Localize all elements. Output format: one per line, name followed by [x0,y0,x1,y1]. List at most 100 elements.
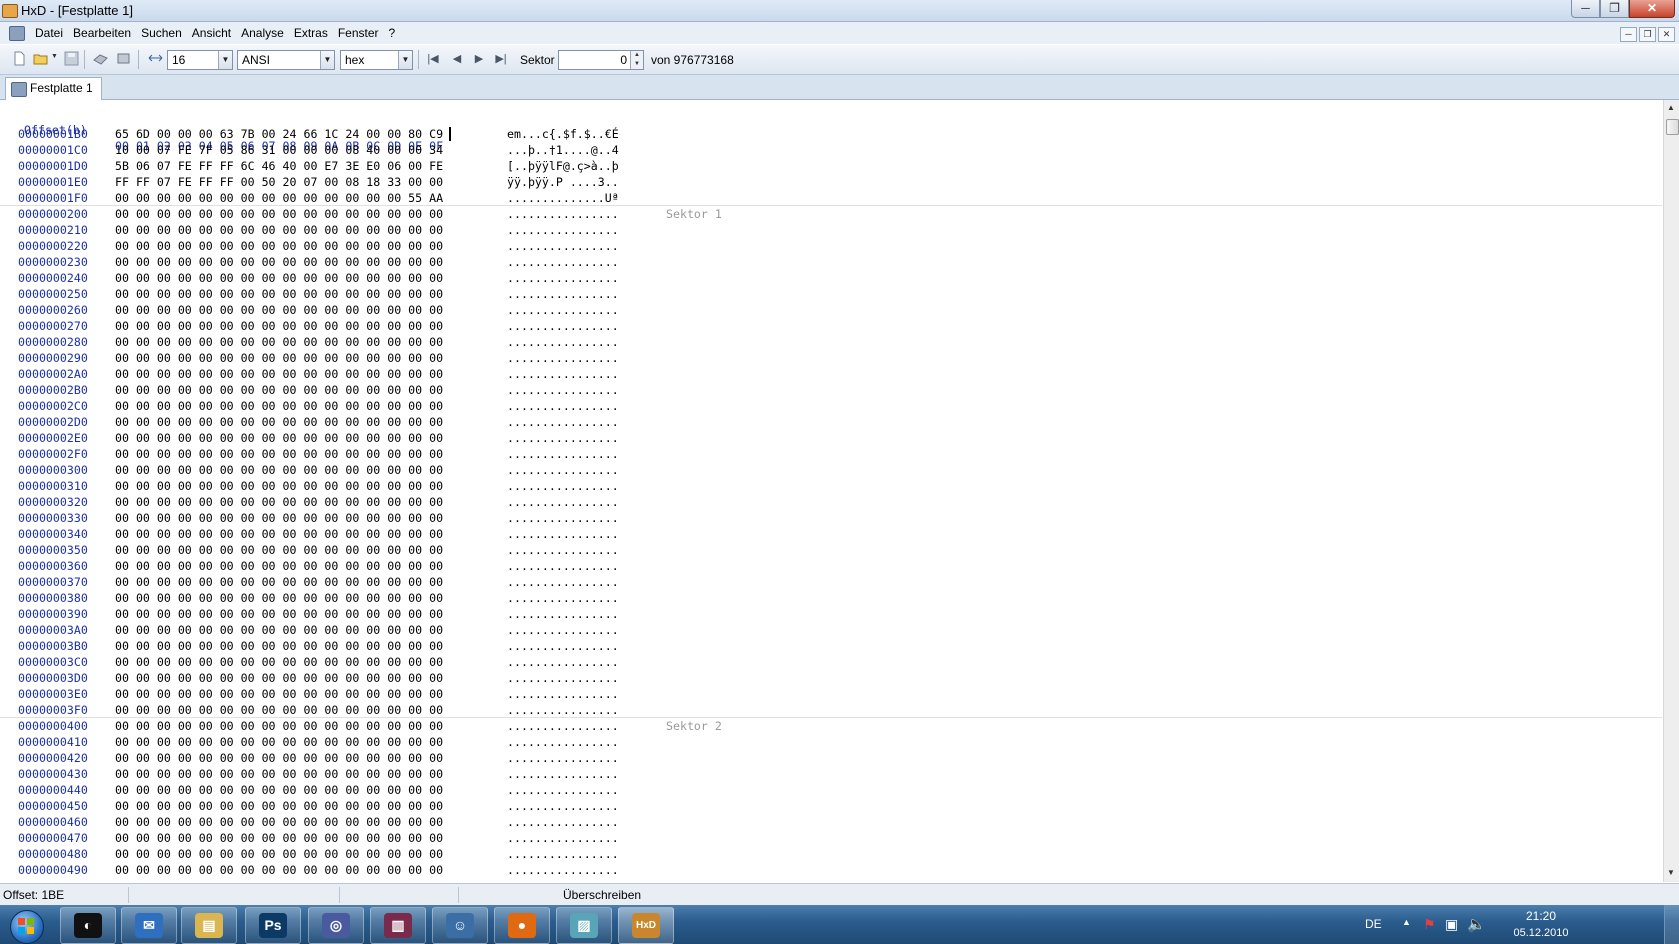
document-restore-button[interactable]: ❐ [1639,27,1656,42]
row-bytes[interactable]: 00 00 00 00 00 00 00 00 00 00 00 00 00 0… [115,302,443,318]
row-bytes[interactable]: 00 00 00 00 00 00 00 00 00 00 00 00 00 0… [115,830,443,846]
bytes-per-row-select[interactable]: 16 ▼ [167,50,233,70]
row-ascii[interactable]: ................ [507,526,619,542]
row-ascii[interactable]: ................ [507,446,619,462]
row-ascii[interactable]: ................ [507,510,619,526]
document-close-button[interactable]: ✕ [1658,27,1675,42]
show-desktop-button[interactable] [1664,905,1679,944]
close-button[interactable]: ✕ [1629,0,1675,18]
taskbar-app-button[interactable]: ▤ [181,907,237,944]
language-indicator[interactable]: DE [1365,917,1382,931]
row-ascii[interactable]: ................ [507,350,619,366]
row-ascii[interactable]: ................ [507,430,619,446]
row-ascii[interactable]: ................ [507,414,619,430]
row-bytes[interactable]: 00 00 00 00 00 00 00 00 00 00 00 00 00 0… [115,526,443,542]
charset-select[interactable]: ANSI ▼ [237,50,335,70]
menu-ansicht[interactable]: Ansicht [187,26,236,40]
volume-icon[interactable]: 🔈 [1467,915,1486,933]
row-ascii[interactable]: ................ [507,734,619,750]
taskbar-app-button[interactable]: ◐ [60,907,116,944]
row-ascii[interactable]: ................ [507,270,619,286]
row-bytes[interactable]: 00 00 00 00 00 00 00 00 00 00 00 00 00 0… [115,702,443,718]
row-ascii[interactable]: ................ [507,702,619,718]
sector-input[interactable]: 0 ▲ ▼ [558,50,644,70]
row-bytes[interactable]: 00 00 00 00 00 00 00 00 00 00 00 00 00 0… [115,334,443,350]
row-bytes[interactable]: 00 00 00 00 00 00 00 00 00 00 00 00 00 0… [115,862,443,878]
menu-extras[interactable]: Extras [289,26,333,40]
taskbar-app-button[interactable]: Ps [245,907,301,944]
row-bytes[interactable]: 00 00 00 00 00 00 00 00 00 00 00 00 00 0… [115,622,443,638]
row-bytes[interactable]: 00 00 00 00 00 00 00 00 00 00 00 00 00 0… [115,558,443,574]
row-ascii[interactable]: ................ [507,366,619,382]
hxd-app-icon[interactable] [2,4,18,18]
row-ascii[interactable]: ..............Uª [507,190,619,206]
row-bytes[interactable]: 00 00 00 00 00 00 00 00 00 00 00 00 00 0… [115,686,443,702]
chevron-down-icon[interactable]: ▼ [320,51,334,69]
row-bytes[interactable]: 00 00 00 00 00 00 00 00 00 00 00 00 00 0… [115,350,443,366]
row-ascii[interactable]: ................ [507,318,619,334]
row-bytes[interactable]: 00 00 00 00 00 00 00 00 00 00 00 00 00 0… [115,382,443,398]
ram-icon[interactable] [116,51,131,66]
row-ascii[interactable]: ................ [507,830,619,846]
menu-fenster[interactable]: Fenster [333,26,384,40]
document-minimize-button[interactable]: ─ [1620,27,1637,42]
row-ascii[interactable]: ................ [507,846,619,862]
row-bytes[interactable]: 00 00 00 00 00 00 00 00 00 00 00 00 00 0… [115,654,443,670]
menu-bearbeiten[interactable]: Bearbeiten [68,26,136,40]
row-ascii[interactable]: ................ [507,638,619,654]
minimize-button[interactable]: ─ [1571,0,1600,18]
row-ascii[interactable]: ................ [507,206,619,222]
menu-suchen[interactable]: Suchen [136,26,187,40]
row-ascii[interactable]: ................ [507,478,619,494]
save-icon[interactable] [64,51,79,66]
taskbar-app-button[interactable]: ✉ [121,907,177,944]
maximize-button[interactable]: ❐ [1600,0,1629,18]
row-ascii[interactable]: ................ [507,494,619,510]
row-ascii[interactable]: ................ [507,766,619,782]
row-bytes[interactable]: 00 00 00 00 00 00 00 00 00 00 00 00 00 0… [115,670,443,686]
row-ascii[interactable]: ................ [507,286,619,302]
tray-expand-icon[interactable]: ▲ [1402,917,1411,927]
row-bytes[interactable]: 00 00 00 00 00 00 00 00 00 00 00 00 00 0… [115,318,443,334]
sector-stepper[interactable]: ▲ ▼ [630,51,643,69]
row-ascii[interactable]: ................ [507,382,619,398]
scrollbar-thumb[interactable] [1666,119,1679,135]
row-ascii[interactable]: ................ [507,254,619,270]
row-bytes[interactable]: 00 00 00 00 00 00 00 00 00 00 00 00 00 0… [115,510,443,526]
row-bytes[interactable]: 00 00 00 00 00 00 00 00 00 00 00 00 00 0… [115,574,443,590]
row-ascii[interactable]: em...c{.$f.$..€É [507,126,619,142]
row-bytes[interactable]: 00 00 00 00 00 00 00 00 00 00 00 00 00 0… [115,782,443,798]
row-bytes[interactable]: 00 00 00 00 00 00 00 00 00 00 00 00 00 0… [115,718,443,734]
network-icon[interactable]: ▣ [1445,916,1458,933]
vertical-scrollbar[interactable]: ▲ ▼ [1663,100,1679,882]
scroll-up-icon[interactable]: ▲ [1667,103,1675,112]
row-bytes[interactable]: 00 00 00 00 00 00 00 00 00 00 00 00 00 0… [115,366,443,382]
row-ascii[interactable]: ................ [507,782,619,798]
first-sector-icon[interactable]: |◀ [426,52,440,66]
row-bytes[interactable]: 10 00 07 FE 7F 05 86 31 00 00 00 08 40 0… [115,142,443,158]
taskbar-app-button[interactable]: ▥ [370,907,426,944]
row-bytes[interactable]: 00 00 00 00 00 00 00 00 00 00 00 00 00 0… [115,766,443,782]
row-bytes[interactable]: 00 00 00 00 00 00 00 00 00 00 00 00 00 0… [115,750,443,766]
row-bytes[interactable]: 00 00 00 00 00 00 00 00 00 00 00 00 00 0… [115,798,443,814]
row-ascii[interactable]: ................ [507,670,619,686]
new-file-icon[interactable] [12,51,27,66]
previous-sector-icon[interactable]: ◀ [450,52,464,66]
chevron-down-icon[interactable]: ▼ [398,51,412,69]
chevron-down-icon[interactable]: ▼ [218,51,232,69]
row-ascii[interactable]: ................ [507,750,619,766]
row-ascii[interactable]: ................ [507,398,619,414]
row-ascii[interactable]: ................ [507,862,619,878]
taskbar-app-button[interactable]: ◎ [308,907,364,944]
row-bytes[interactable]: 00 00 00 00 00 00 00 00 00 00 00 00 00 0… [115,590,443,606]
row-ascii[interactable]: [..þÿÿlF@.ç>à..þ [507,158,619,174]
row-bytes[interactable]: 00 00 00 00 00 00 00 00 00 00 00 00 00 0… [115,478,443,494]
row-bytes[interactable]: 00 00 00 00 00 00 00 00 00 00 00 00 00 0… [115,638,443,654]
taskbar-app-button[interactable]: ● [494,907,550,944]
row-ascii[interactable]: ................ [507,798,619,814]
row-bytes[interactable]: 00 00 00 00 00 00 00 00 00 00 00 00 00 0… [115,222,443,238]
row-bytes[interactable]: 00 00 00 00 00 00 00 00 00 00 00 00 00 0… [115,430,443,446]
row-bytes[interactable]: 00 00 00 00 00 00 00 00 00 00 00 00 00 0… [115,190,443,206]
row-bytes[interactable]: 00 00 00 00 00 00 00 00 00 00 00 00 00 0… [115,238,443,254]
disk-icon[interactable] [93,51,108,66]
